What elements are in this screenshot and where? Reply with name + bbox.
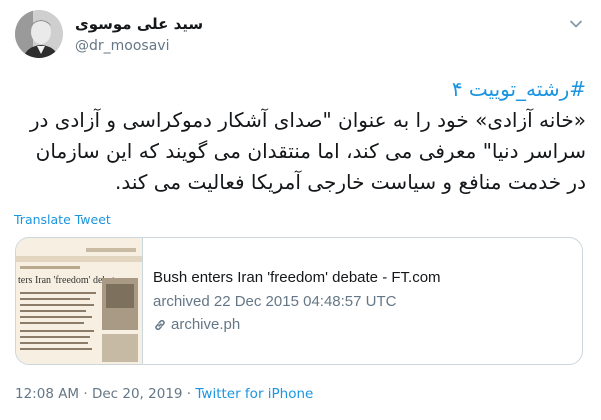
card-title: Bush enters Iran 'freedom' debate - FT.c… [153,269,441,286]
hashtag-link[interactable]: #رشته_توییت ۴ [452,77,586,101]
link-icon [155,319,165,330]
meta-separator: · [79,386,92,402]
chevron-down-icon[interactable] [569,16,583,30]
link-card[interactable]: ters Iran 'freedom' debate Bush enters I… [15,237,583,365]
tweet-text: #رشته_توییت ۴ «خانه آزادی» خود را به عنو… [14,74,586,198]
meta-separator: · [182,386,196,402]
tweet-date[interactable]: Dec 20, 2019 [92,386,183,402]
card-domain: archive.ph [153,316,240,333]
avatar[interactable] [15,10,63,58]
card-description: archived 22 Dec 2015 04:48:57 UTC [153,293,397,310]
tweet-body: «خانه آزادی» خود را به عنوان "صدای آشکار… [29,108,586,194]
translate-tweet-link[interactable]: Translate Tweet [14,212,111,227]
tweet-source-link[interactable]: Twitter for iPhone [195,386,313,402]
card-thumbnail: ters Iran 'freedom' debate [16,238,143,364]
user-handle[interactable]: @dr_moosavi [75,38,169,54]
card-domain-text: archive.ph [171,316,241,333]
tweet-meta: 12:08 AM · Dec 20, 2019 · Twitter for iP… [15,386,313,402]
tweet-time[interactable]: 12:08 AM [15,386,79,402]
display-name[interactable]: سید علی موسوی [75,15,203,33]
tweet: سید علی موسوی @dr_moosavi #رشته_توییت ۴ … [0,0,601,420]
